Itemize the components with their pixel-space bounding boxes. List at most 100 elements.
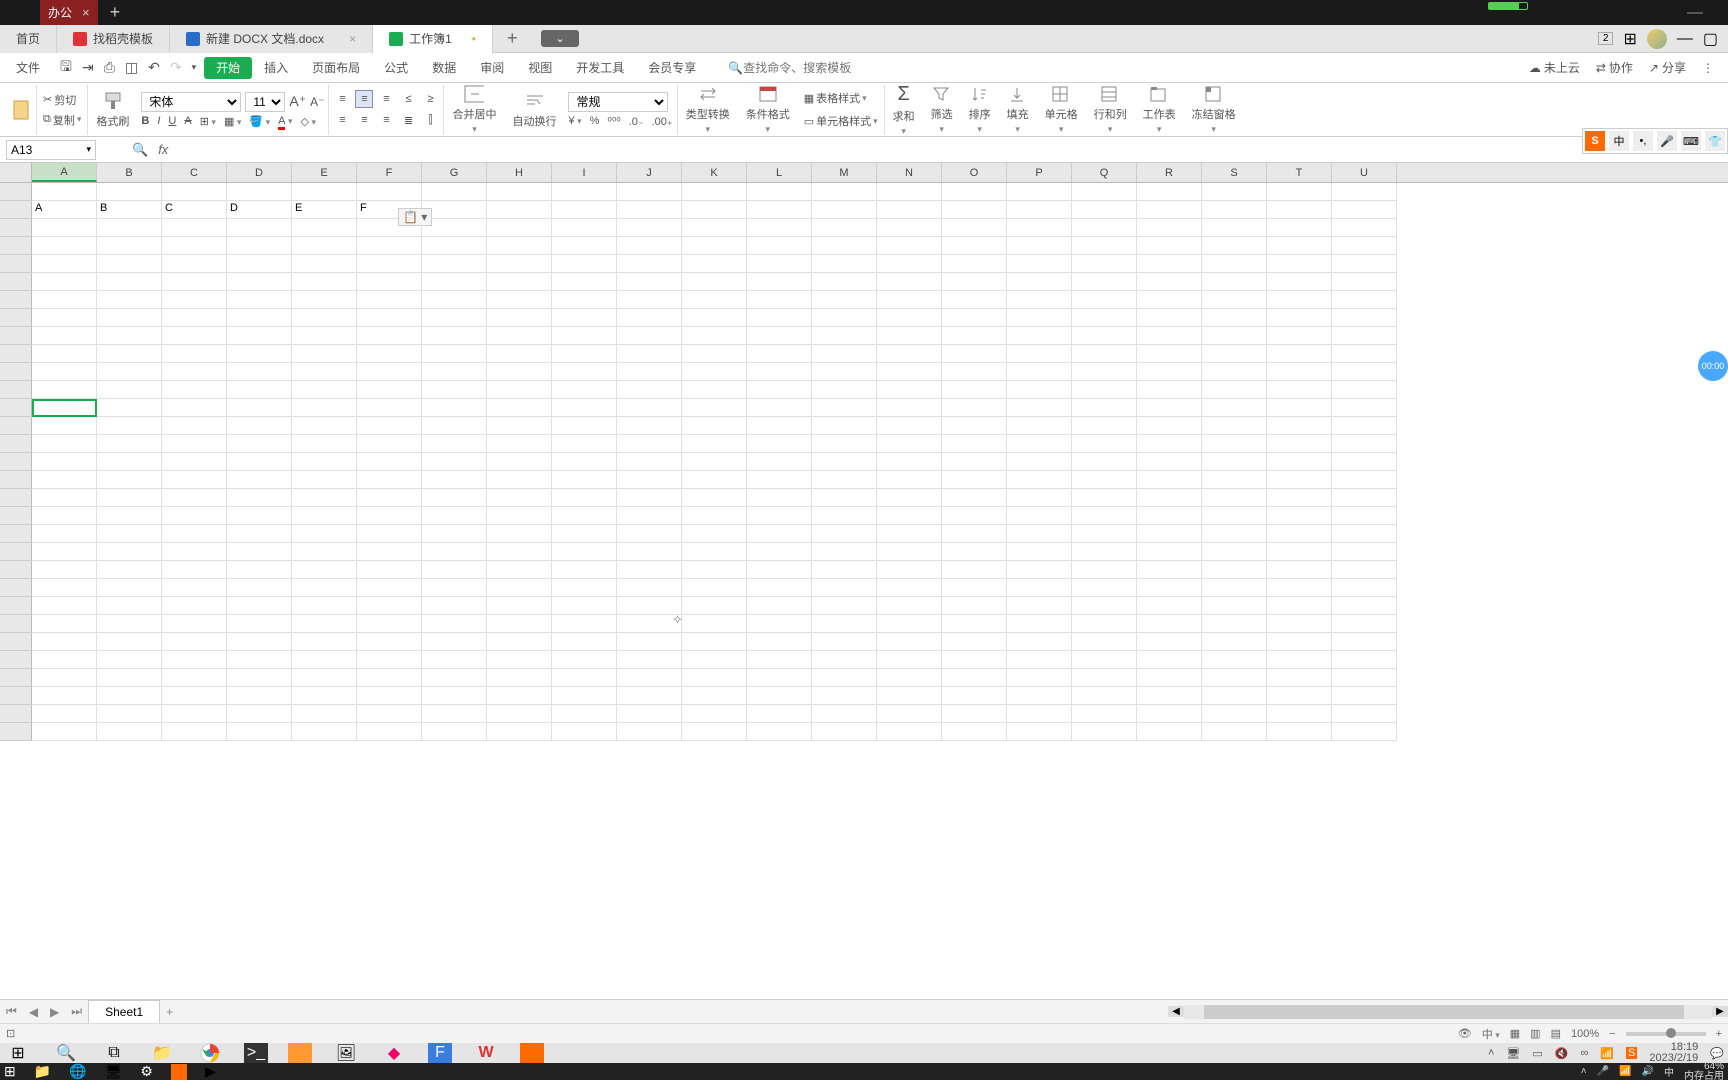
cell[interactable] <box>292 723 357 741</box>
cell[interactable] <box>877 309 942 327</box>
cell[interactable] <box>1267 723 1332 741</box>
cell[interactable] <box>682 327 747 345</box>
preview-icon[interactable]: ◫ <box>125 59 138 76</box>
cell[interactable] <box>32 363 97 381</box>
cell[interactable] <box>422 183 487 201</box>
cell[interactable] <box>357 417 422 435</box>
cell[interactable] <box>32 435 97 453</box>
cell[interactable] <box>1072 543 1137 561</box>
paste-button[interactable] <box>10 97 32 123</box>
cell[interactable] <box>1007 705 1072 723</box>
cell[interactable] <box>552 237 617 255</box>
tray-cast-icon[interactable]: ▭ <box>1532 1047 1542 1060</box>
cell[interactable] <box>747 507 812 525</box>
new-browser-tab[interactable]: + <box>98 0 133 25</box>
cell[interactable] <box>1137 687 1202 705</box>
cell[interactable] <box>1007 327 1072 345</box>
cell[interactable] <box>97 183 162 201</box>
cell[interactable] <box>422 543 487 561</box>
cell[interactable] <box>1007 255 1072 273</box>
cell[interactable] <box>877 651 942 669</box>
cell[interactable] <box>747 219 812 237</box>
cell[interactable] <box>942 723 1007 741</box>
cell[interactable] <box>357 633 422 651</box>
row-header[interactable] <box>0 417 32 435</box>
cell[interactable] <box>292 183 357 201</box>
cell[interactable] <box>1202 723 1267 741</box>
cell[interactable] <box>162 489 227 507</box>
cell[interactable] <box>487 345 552 363</box>
cell[interactable] <box>812 327 877 345</box>
cell[interactable] <box>1267 201 1332 219</box>
cell[interactable] <box>1267 669 1332 687</box>
cell[interactable] <box>292 525 357 543</box>
cell[interactable] <box>877 597 942 615</box>
cell[interactable] <box>1332 399 1397 417</box>
cell[interactable] <box>617 543 682 561</box>
cell[interactable] <box>292 255 357 273</box>
cell[interactable] <box>32 489 97 507</box>
sheet-nav-prev-icon[interactable]: ◀ <box>23 1005 44 1019</box>
command-search-input[interactable] <box>743 61 853 75</box>
cell[interactable] <box>1332 633 1397 651</box>
start2-icon[interactable]: ⊞ <box>4 1063 16 1080</box>
cell[interactable] <box>942 327 1007 345</box>
cell[interactable] <box>162 633 227 651</box>
cell[interactable] <box>1072 579 1137 597</box>
cell[interactable] <box>1007 489 1072 507</box>
cell[interactable] <box>877 561 942 579</box>
badge-icon[interactable]: 2 <box>1598 32 1614 45</box>
cell[interactable] <box>162 417 227 435</box>
cell[interactable] <box>422 399 487 417</box>
cell[interactable] <box>227 273 292 291</box>
format-painter-button[interactable]: 格式刷 <box>88 85 137 135</box>
cell[interactable] <box>812 381 877 399</box>
add-sheet-icon[interactable]: + <box>160 1005 179 1019</box>
cell[interactable] <box>292 381 357 399</box>
col-header[interactable]: D <box>227 163 292 182</box>
formula-input[interactable] <box>174 142 1728 157</box>
cell[interactable] <box>1267 345 1332 363</box>
cell[interactable] <box>1202 705 1267 723</box>
cell[interactable] <box>292 237 357 255</box>
collab-button[interactable]: ⇄ 协作 <box>1596 59 1633 76</box>
col-header[interactable]: G <box>422 163 487 182</box>
cell[interactable] <box>487 363 552 381</box>
app-360-icon[interactable] <box>288 1043 312 1063</box>
cell[interactable] <box>877 363 942 381</box>
cell[interactable] <box>292 327 357 345</box>
cell[interactable] <box>162 687 227 705</box>
cell[interactable] <box>617 237 682 255</box>
cell[interactable] <box>617 561 682 579</box>
cell[interactable] <box>357 687 422 705</box>
cell[interactable] <box>357 381 422 399</box>
cell[interactable] <box>97 381 162 399</box>
cell[interactable] <box>32 507 97 525</box>
cell[interactable] <box>1072 183 1137 201</box>
row-header[interactable] <box>0 291 32 309</box>
cell[interactable] <box>292 273 357 291</box>
tab-formula[interactable]: 公式 <box>372 53 420 83</box>
cell[interactable] <box>292 435 357 453</box>
cell[interactable] <box>617 201 682 219</box>
cell[interactable] <box>487 561 552 579</box>
cell[interactable] <box>97 417 162 435</box>
cell[interactable] <box>1137 633 1202 651</box>
more-icon[interactable]: ⋮ <box>1702 61 1714 75</box>
cell[interactable] <box>552 363 617 381</box>
cell[interactable] <box>1007 237 1072 255</box>
cell[interactable] <box>682 183 747 201</box>
cell[interactable] <box>1332 723 1397 741</box>
row-header[interactable] <box>0 705 32 723</box>
cell[interactable] <box>162 309 227 327</box>
cell[interactable] <box>1202 507 1267 525</box>
cut-button[interactable]: ✂ 剪切 <box>41 90 78 110</box>
col-header[interactable]: A <box>32 163 97 182</box>
cell[interactable] <box>357 273 422 291</box>
col-header[interactable]: O <box>942 163 1007 182</box>
cell[interactable] <box>552 633 617 651</box>
cell-button[interactable]: 单元格 <box>1037 85 1086 135</box>
cell[interactable] <box>552 273 617 291</box>
align-bottom-icon[interactable]: ≡ <box>377 90 395 108</box>
fx-icon[interactable]: fx <box>158 142 168 157</box>
